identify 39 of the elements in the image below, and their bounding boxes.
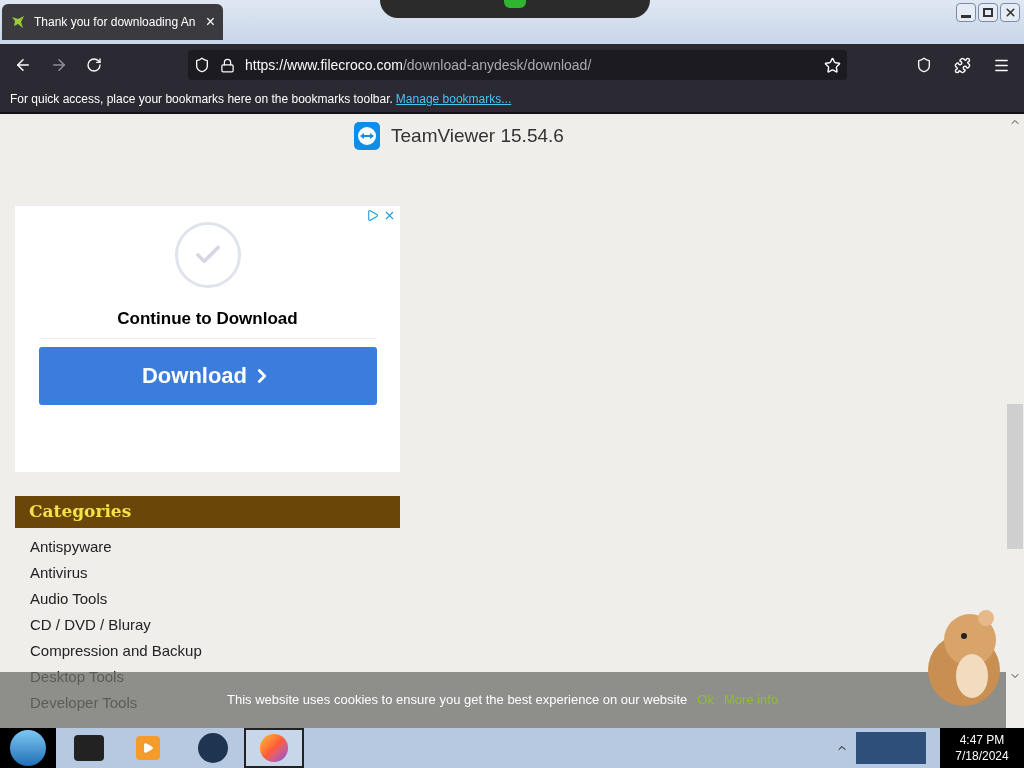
clock[interactable]: 4:47 PM 7/18/2024 <box>940 728 1024 768</box>
download-button[interactable]: Download <box>38 346 377 405</box>
back-icon[interactable] <box>14 56 32 74</box>
reload-icon[interactable] <box>86 57 102 73</box>
scrollbar-thumb[interactable] <box>1007 404 1023 549</box>
extensions-icon[interactable] <box>954 56 971 74</box>
clock-date: 7/18/2024 <box>955 748 1009 764</box>
category-link[interactable]: Antispyware <box>30 534 112 560</box>
categories-header: Categories <box>15 496 400 528</box>
clock-time: 4:47 PM <box>959 732 1005 748</box>
close-tab-button[interactable]: × <box>205 14 215 30</box>
tab-title: Thank you for downloading An <box>34 14 197 31</box>
shield-icon <box>194 57 210 73</box>
bookmark-star-icon[interactable] <box>824 56 841 74</box>
browser-tab[interactable]: Thank you for downloading An × <box>2 4 223 40</box>
ad-choices-icon[interactable] <box>366 209 379 222</box>
app-title: TeamViewer 15.54.6 <box>391 123 564 148</box>
category-link[interactable]: Antivirus <box>30 560 88 586</box>
start-button[interactable] <box>0 728 56 768</box>
category-link[interactable]: Compression and Backup <box>30 638 202 664</box>
firefox-taskbar-button[interactable] <box>244 728 304 768</box>
cookie-message: This website uses cookies to ensure you get the best experience on our website <box>227 691 688 710</box>
croco-icon <box>10 14 26 30</box>
app-logo-icon <box>353 121 381 151</box>
close-window-button[interactable] <box>1000 3 1020 22</box>
manage-bookmarks-link[interactable]: Manage bookmarks... <box>395 90 512 108</box>
forward-icon[interactable] <box>50 56 68 74</box>
address-bar[interactable]: https://www.filecroco.com/download-anydesk/download/ <box>188 50 847 80</box>
close-icon <box>1003 6 1017 19</box>
minimize-button[interactable] <box>956 3 976 22</box>
category-link[interactable]: Audio Tools <box>30 586 108 612</box>
restore-button[interactable] <box>978 3 998 22</box>
url-text: https://www.filecroco.com/download-anydesk/download/ <box>245 55 592 75</box>
globe-taskbar-icon[interactable] <box>198 733 228 763</box>
bookmarks-hint: For quick access, place your bookmarks here on the bookmarks toolbar. <box>10 91 393 108</box>
category-link[interactable]: CD / DVD / Bluray <box>30 612 151 638</box>
close-ad-icon[interactable] <box>383 209 396 222</box>
ad-heading: Continue to Download <box>117 308 298 330</box>
lock-icon <box>220 57 235 73</box>
